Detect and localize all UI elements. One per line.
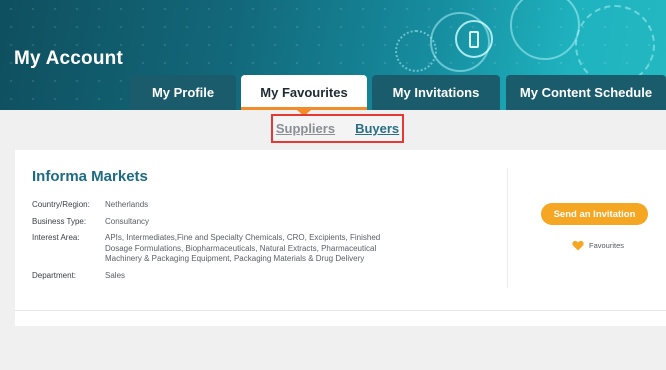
detail-label: Country/Region: bbox=[32, 200, 90, 209]
company-details: Country/Region: Netherlands Business Typ… bbox=[32, 200, 432, 287]
vertical-divider bbox=[507, 168, 508, 288]
detail-row-department: Department: Sales bbox=[32, 271, 432, 282]
detail-value: APIs, Intermediates,Fine and Specialty C… bbox=[105, 233, 381, 263]
detail-row-country: Country/Region: Netherlands bbox=[32, 200, 432, 211]
decorative-circle bbox=[575, 5, 655, 85]
favourite-label: Favourites bbox=[589, 241, 625, 250]
detail-label: Business Type: bbox=[32, 216, 87, 226]
phone-icon bbox=[469, 31, 479, 48]
company-name[interactable]: Informa Markets bbox=[32, 168, 148, 185]
detail-label: Department: bbox=[32, 270, 77, 280]
detail-value: Netherlands bbox=[105, 200, 149, 209]
detail-row-interest-area: Interest Area: APIs, Intermediates,Fine … bbox=[32, 233, 432, 265]
favourite-toggle[interactable]: Favourites bbox=[572, 240, 624, 251]
tab-my-profile[interactable]: My Profile bbox=[130, 75, 236, 110]
tab-my-favourites[interactable]: My Favourites bbox=[241, 75, 367, 116]
favourites-subtabs: Suppliers Buyers bbox=[271, 114, 404, 143]
subtab-suppliers[interactable]: Suppliers bbox=[276, 121, 335, 136]
horizontal-divider bbox=[15, 310, 666, 311]
favourite-company-card: Informa Markets Country/Region: Netherla… bbox=[15, 150, 666, 326]
send-invitation-button[interactable]: Send an Invitation bbox=[541, 203, 648, 225]
detail-value: Sales bbox=[105, 270, 126, 280]
tab-my-content-schedule[interactable]: My Content Schedule bbox=[506, 75, 666, 110]
tab-my-invitations[interactable]: My Invitations bbox=[372, 75, 500, 110]
page-title: My Account bbox=[14, 48, 123, 69]
subtab-buyers[interactable]: Buyers bbox=[355, 121, 399, 136]
heart-icon bbox=[572, 240, 584, 251]
detail-value: Consultancy bbox=[105, 216, 150, 226]
detail-row-business-type: Business Type: Consultancy bbox=[32, 217, 432, 228]
decorative-circle bbox=[395, 30, 437, 72]
detail-label: Interest Area: bbox=[32, 233, 80, 242]
